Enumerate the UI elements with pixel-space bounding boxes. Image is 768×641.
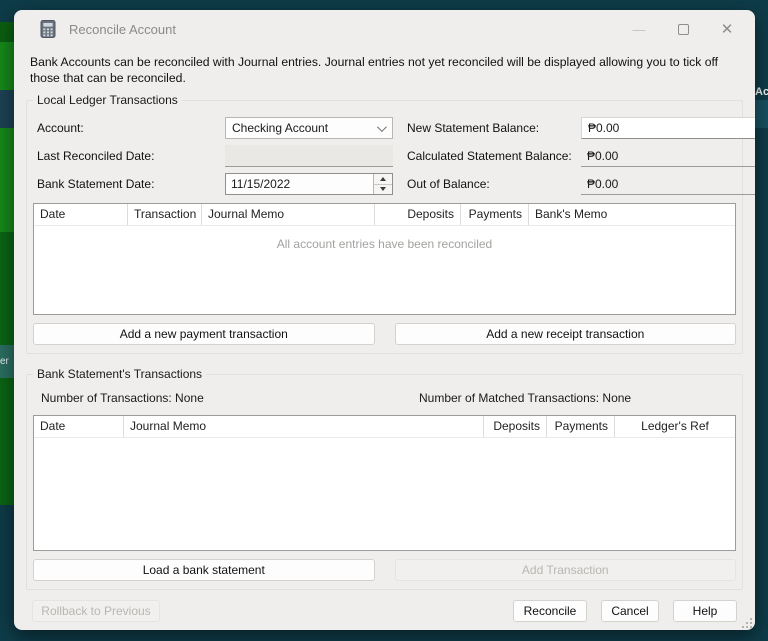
ledger-table-empty-message: All account entries have been reconciled <box>34 237 735 251</box>
out-of-balance-value: ₱0.00 <box>587 177 618 191</box>
background-right-edge: Ac <box>754 0 768 641</box>
account-label: Account: <box>35 121 225 135</box>
ledger-fields: Account: Checking Account New Statement … <box>35 117 734 195</box>
sidebar-segment <box>0 232 14 345</box>
out-of-balance-field: ₱0.00 <box>581 173 755 195</box>
sidebar-segment <box>0 128 14 232</box>
column-header-date[interactable]: Date <box>34 416 124 437</box>
last-reconciled-date-label: Last Reconciled Date: <box>35 149 225 163</box>
calculated-statement-balance-label: Calculated Statement Balance: <box>405 149 581 163</box>
ledger-table-header: Date Transaction Journal Memo Deposits P… <box>34 204 735 226</box>
date-spinner <box>373 174 392 194</box>
out-of-balance-label: Out of Balance: <box>405 177 581 191</box>
help-button[interactable]: Help <box>673 600 737 622</box>
bank-statement-stats: Number of Transactions: None Number of M… <box>41 391 734 405</box>
column-header-journal-memo[interactable]: Journal Memo <box>124 416 484 437</box>
sidebar-segment <box>0 0 14 22</box>
number-of-transactions: Number of Transactions: None <box>41 391 419 405</box>
column-header-payments[interactable]: Payments <box>547 416 615 437</box>
minimize-button[interactable]: — <box>625 16 653 42</box>
column-header-date[interactable]: Date <box>34 204 128 225</box>
new-statement-balance-input[interactable]: ₱0.00 <box>581 117 755 139</box>
add-receipt-transaction-button[interactable]: Add a new receipt transaction <box>395 323 737 345</box>
sidebar-segment <box>0 378 14 505</box>
column-header-payments[interactable]: Payments <box>461 204 529 225</box>
local-ledger-groupbox: Local Ledger Transactions Account: Check… <box>26 100 743 354</box>
background-band <box>754 100 768 128</box>
calculated-statement-balance-value: ₱0.00 <box>587 149 618 163</box>
column-header-deposits[interactable]: Deposits <box>484 416 547 437</box>
resize-grip[interactable] <box>746 622 748 624</box>
column-header-banks-memo[interactable]: Bank's Memo <box>529 204 735 225</box>
reconcile-button[interactable]: Reconcile <box>513 600 587 622</box>
last-reconciled-date-field <box>225 145 393 167</box>
background-left-sidebar: er <box>0 0 14 641</box>
sidebar-segment <box>0 505 14 641</box>
new-statement-balance-value: ₱0.00 <box>588 121 619 135</box>
title-bar[interactable]: Reconcile Account — ✕ <box>14 10 755 48</box>
chevron-down-icon <box>377 122 387 132</box>
cancel-button[interactable]: Cancel <box>601 600 659 622</box>
close-icon: ✕ <box>721 20 734 38</box>
bank-statement-date-input[interactable]: 11/15/2022 <box>225 173 393 195</box>
background-text-fragment-right: Ac <box>755 86 768 98</box>
reconcile-account-dialog: Reconcile Account — ✕ Bank Accounts can … <box>14 10 755 630</box>
column-header-journal-memo[interactable]: Journal Memo <box>202 204 375 225</box>
rollback-to-previous-button: Rollback to Previous <box>32 600 160 622</box>
column-header-transaction[interactable]: Transaction <box>128 204 202 225</box>
sidebar-segment <box>0 42 14 90</box>
window-title: Reconcile Account <box>69 22 176 37</box>
number-of-matched-transactions: Number of Matched Transactions: None <box>419 391 631 405</box>
sidebar-segment <box>0 22 14 42</box>
account-select-value: Checking Account <box>232 121 377 135</box>
maximize-button[interactable] <box>669 16 697 42</box>
new-statement-balance-label: New Statement Balance: <box>405 121 581 135</box>
column-header-ledgers-ref[interactable]: Ledger's Ref <box>615 416 735 437</box>
bank-statement-date-value: 11/15/2022 <box>226 174 373 194</box>
calculator-icon <box>38 19 58 39</box>
bank-statement-group-title: Bank Statement's Transactions <box>33 367 206 381</box>
bank-statement-table-header: Date Journal Memo Deposits Payments Ledg… <box>34 416 735 438</box>
add-payment-transaction-button[interactable]: Add a new payment transaction <box>33 323 375 345</box>
bank-statement-groupbox: Bank Statement's Transactions Number of … <box>26 374 743 590</box>
close-button[interactable]: ✕ <box>713 16 741 42</box>
add-transaction-button: Add Transaction <box>395 559 737 581</box>
dialog-description: Bank Accounts can be reconciled with Jou… <box>30 54 739 86</box>
background-text-fragment-left: er <box>0 345 14 378</box>
account-select[interactable]: Checking Account <box>225 117 393 139</box>
local-ledger-group-title: Local Ledger Transactions <box>33 93 182 107</box>
bank-statement-table[interactable]: Date Journal Memo Deposits Payments Ledg… <box>33 415 736 551</box>
dialog-footer: Rollback to Previous Reconcile Cancel He… <box>24 590 745 622</box>
column-header-deposits[interactable]: Deposits <box>375 204 461 225</box>
load-bank-statement-button[interactable]: Load a bank statement <box>33 559 375 581</box>
maximize-icon <box>678 24 689 35</box>
spinner-down-button[interactable] <box>374 185 392 195</box>
bank-statement-date-label: Bank Statement Date: <box>35 177 225 191</box>
ledger-transactions-table[interactable]: Date Transaction Journal Memo Deposits P… <box>33 203 736 315</box>
spinner-up-button[interactable] <box>374 174 392 185</box>
calculated-statement-balance-field: ₱0.00 <box>581 145 755 167</box>
minimize-icon: — <box>633 22 646 37</box>
sidebar-segment <box>0 90 14 128</box>
